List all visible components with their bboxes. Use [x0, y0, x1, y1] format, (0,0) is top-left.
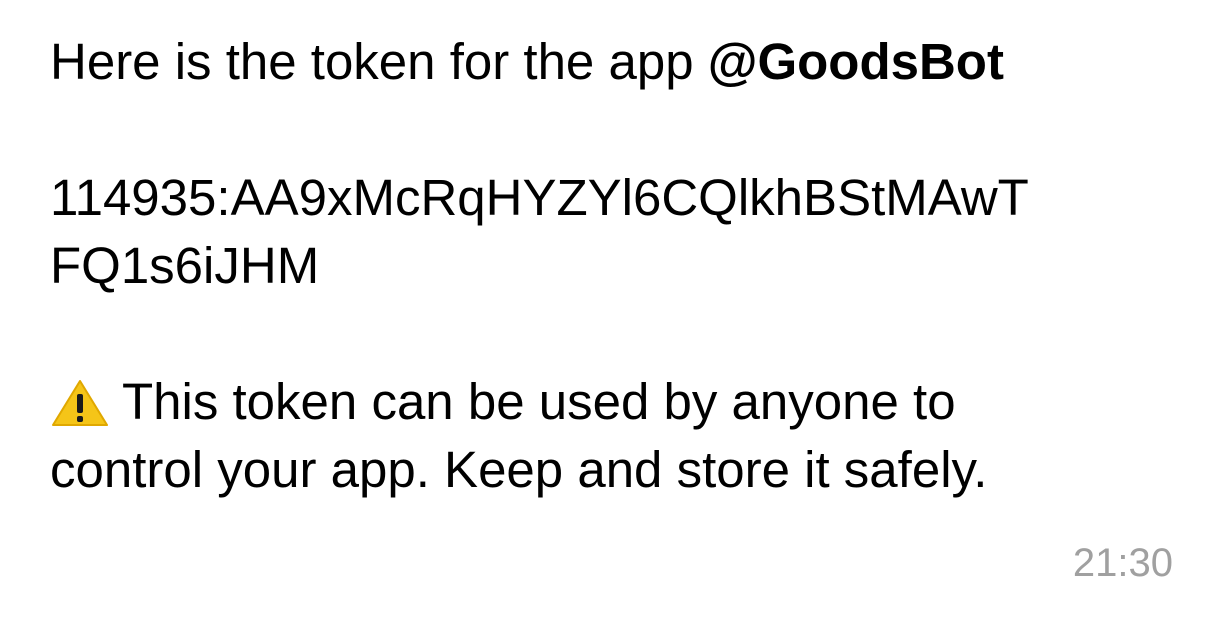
warning-line-2: control your app. Keep and store it safe… [50, 441, 988, 498]
message-timestamp: 21:30 [1072, 541, 1173, 585]
intro-line: Here is the token for the app @GoodsBot [50, 28, 1175, 96]
token-line-2: FQ1s6iJHM [50, 237, 320, 294]
message-bubble: Here is the token for the app @GoodsBot … [0, 0, 1225, 628]
app-handle-link[interactable]: @GoodsBot [708, 33, 1004, 90]
intro-text: Here is the token for the app [50, 33, 708, 90]
warning-text-1: This token can be used by anyone to [122, 373, 956, 430]
token-line-1: 114935:AA9xMcRqHYZYl6CQlkhBStMAwT [50, 169, 1029, 226]
bot-token[interactable]: 114935:AA9xMcRqHYZYl6CQlkhBStMAwT FQ1s6i… [50, 164, 1175, 300]
warning-icon [50, 377, 110, 427]
warning-line-1: This token can be used by anyone to [50, 368, 1175, 436]
